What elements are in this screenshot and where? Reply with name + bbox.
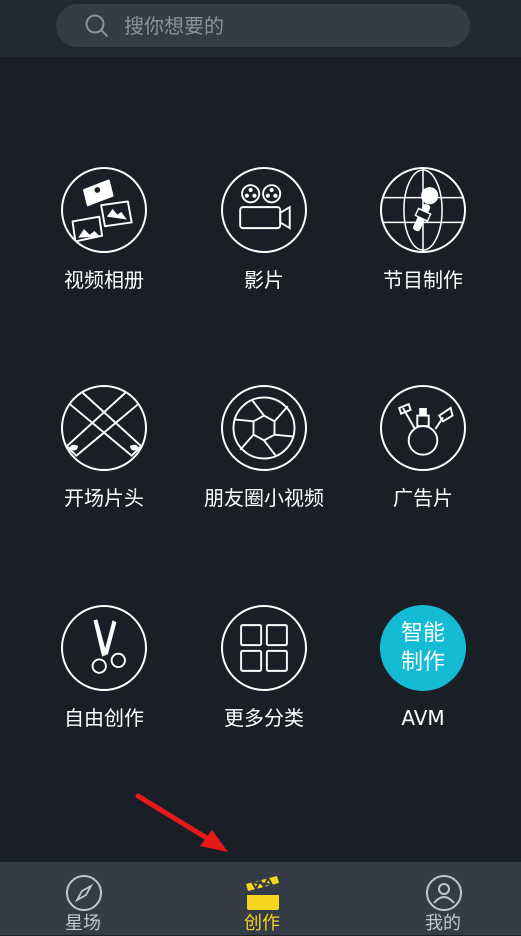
category-advertisement[interactable]: 广告片: [348, 385, 498, 511]
tab-mine[interactable]: 我的: [383, 862, 503, 935]
compass-icon: [66, 875, 102, 911]
category-moments-video[interactable]: 朋友圈小视频: [189, 385, 339, 511]
scissors-icon: [61, 605, 147, 691]
category-label: 自由创作: [64, 706, 144, 730]
smart-create-icon: 智能 制作: [380, 605, 466, 691]
category-label: 广告片: [393, 486, 453, 510]
smart-create-line2: 制作: [400, 650, 445, 675]
search-placeholder: 搜你想要的: [124, 14, 224, 38]
category-video-album[interactable]: 视频相册: [29, 167, 179, 293]
category-label: 视频相册: [64, 268, 144, 292]
category-opening[interactable]: 开场片头: [29, 385, 179, 511]
tab-create[interactable]: 创作: [202, 862, 322, 935]
tab-label: 星场: [65, 913, 101, 934]
microphone-globe-icon: [380, 167, 466, 253]
clapperboard-icon: [246, 875, 279, 910]
category-avm[interactable]: 智能 制作 AVM: [348, 605, 498, 731]
category-grid: 视频相册 影片 节目制作 开场片头 朋友圈小视频 广告片 自由创作 更多分类 智…: [0, 57, 521, 862]
annotation-arrow-icon: [135, 793, 228, 852]
tab-label: 我的: [425, 913, 461, 934]
tab-label: 创作: [244, 913, 280, 934]
category-label: 开场片头: [64, 486, 144, 510]
film-camera-icon: [221, 167, 307, 253]
category-label: 节目制作: [383, 268, 463, 292]
smart-create-line1: 智能: [400, 621, 445, 646]
category-label: AVM: [401, 706, 445, 730]
grid-icon: [221, 605, 307, 691]
category-label: 朋友圈小视频: [204, 486, 324, 510]
search-bar[interactable]: 搜你想要的: [56, 4, 470, 47]
photo-album-icon: [61, 167, 147, 253]
category-program[interactable]: 节目制作: [348, 167, 498, 293]
tab-star-field[interactable]: 星场: [23, 862, 143, 935]
perfume-bottle-icon: [380, 385, 466, 471]
search-icon: [85, 14, 108, 37]
category-film[interactable]: 影片: [189, 167, 339, 293]
category-label: 更多分类: [224, 706, 304, 730]
category-label: 影片: [244, 268, 284, 292]
user-icon: [426, 875, 462, 911]
category-more[interactable]: 更多分类: [189, 605, 339, 731]
aperture-icon: [221, 385, 307, 471]
category-free-creation[interactable]: 自由创作: [29, 605, 179, 731]
spotlights-icon: [61, 385, 147, 471]
bottom-tab-bar: 星场 创作 我的: [0, 862, 521, 935]
top-bar: 搜你想要的: [0, 0, 521, 57]
